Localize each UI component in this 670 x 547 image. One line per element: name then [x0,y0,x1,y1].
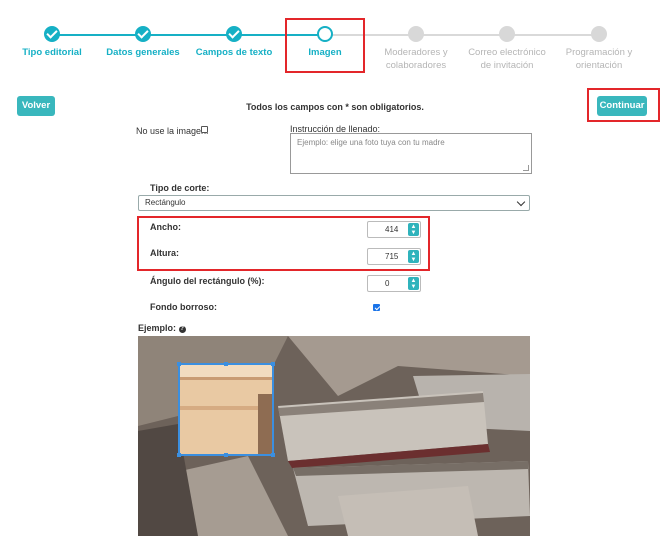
image-step-page: Tipo editorial Datos generales Campos de… [0,0,670,547]
height-value: 715 [385,252,399,261]
width-input[interactable]: 414 ▲ ▼ [367,221,421,238]
current-step-highlight [285,18,365,73]
step-label: Campos de texto [195,47,273,58]
check-icon [44,26,60,42]
step-label: Tipo editorial [22,47,82,58]
width-label: Ancho: [150,222,181,232]
instruction-placeholder: Ejemplo: elige una foto tuya con tu madr… [297,138,445,147]
check-icon [135,26,151,42]
pending-step-icon [499,26,515,42]
required-notice: Todos los campos con * son obligatorios. [246,102,424,112]
example-image[interactable] [138,336,530,536]
step-label: Correo electrónico de invitación [468,47,546,71]
step-correo[interactable]: Correo electrónico de invitación [462,26,552,72]
example-label-text: Ejemplo: [138,323,177,333]
crop-handle[interactable] [271,362,275,366]
step-datos-generales[interactable]: Datos generales [98,26,188,59]
crop-rectangle[interactable] [177,362,275,457]
crop-handle[interactable] [224,362,228,366]
continue-button[interactable]: Continuar [597,96,647,116]
pending-step-icon [591,26,607,42]
step-label: Moderadores y colaboradores [384,47,448,71]
no-image-label: No use la imagen: [136,126,209,136]
step-label: Programación y orientación [565,47,633,71]
step-programacion[interactable]: Programación y orientación [554,26,644,72]
instruction-textarea[interactable]: Ejemplo: elige una foto tuya con tu madr… [290,133,532,174]
crop-type-label: Tipo de corte: [150,183,210,193]
height-input[interactable]: 715 ▲ ▼ [367,248,421,265]
chevron-down-icon [516,197,526,207]
crop-handle[interactable] [177,453,181,457]
step-label: Datos generales [106,47,180,58]
crop-type-select[interactable]: Rectángulo [138,195,530,211]
angle-label: Ángulo del rectángulo (%): [150,276,265,286]
stepper-arrows-icon[interactable]: ▲ ▼ [408,277,419,290]
crop-handle[interactable] [224,453,228,457]
crop-handle[interactable] [177,362,181,366]
pending-step-icon [408,26,424,42]
blur-label: Fondo borroso: [150,302,217,312]
angle-input[interactable]: 0 ▲ ▼ [367,275,421,292]
crop-handle[interactable] [271,453,275,457]
crop-type-value: Rectángulo [145,198,186,207]
step-tipo-editorial[interactable]: Tipo editorial [7,26,97,59]
stepper-arrows-icon[interactable]: ▲ ▼ [408,223,419,236]
no-image-checkbox[interactable] [201,126,208,133]
check-icon [226,26,242,42]
example-label: Ejemplo: ? [138,323,186,333]
step-campos-de-texto[interactable]: Campos de texto [189,26,279,59]
height-label: Altura: [150,248,179,258]
resize-grip-icon[interactable] [523,165,529,171]
blur-checkbox[interactable] [373,304,380,311]
step-moderadores[interactable]: Moderadores y colaboradores [371,26,461,72]
angle-value: 0 [385,279,390,288]
stepper-arrows-icon[interactable]: ▲ ▼ [408,250,419,263]
help-icon[interactable]: ? [178,326,186,333]
width-value: 414 [385,225,399,234]
